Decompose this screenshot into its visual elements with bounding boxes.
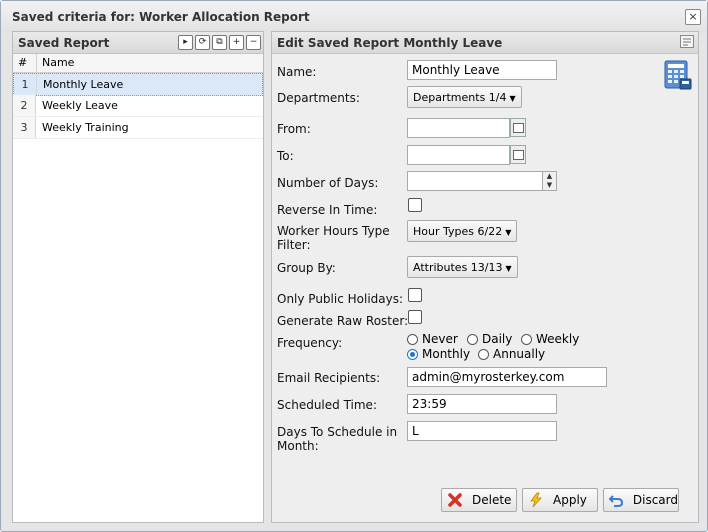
from-label: From: bbox=[277, 122, 311, 136]
apply-button[interactable]: Apply bbox=[522, 488, 598, 512]
radio-never-label: Never bbox=[422, 332, 458, 346]
window-title: Saved criteria for: Worker Allocation Re… bbox=[12, 10, 310, 24]
row-number: 2 bbox=[13, 95, 36, 116]
frequency-weekly-radio[interactable]: Weekly bbox=[521, 332, 579, 346]
undo-icon bbox=[608, 492, 625, 508]
row-number: 1 bbox=[14, 74, 37, 95]
days-to-schedule-label-line1: Days To Schedule in bbox=[277, 425, 398, 439]
email-recipients-field[interactable] bbox=[407, 367, 607, 387]
table-row[interactable]: 3 Weekly Training bbox=[13, 117, 263, 139]
edit-report-title: Edit Saved Report Monthly Leave bbox=[277, 36, 503, 50]
scheduled-time-field[interactable] bbox=[407, 394, 557, 414]
row-name: Monthly Leave bbox=[43, 78, 124, 91]
departments-label: Departments: bbox=[277, 91, 360, 105]
raw-roster-label: Generate Raw Roster: bbox=[277, 314, 409, 328]
worker-hours-label-line2: Filter: bbox=[277, 238, 311, 252]
saved-report-toolbar: ▸ ⟳ ⧉ + − bbox=[178, 35, 261, 50]
to-label: To: bbox=[277, 149, 294, 163]
worker-hours-label-line1: Worker Hours Type bbox=[277, 224, 390, 238]
chevron-down-icon: ▼ bbox=[509, 94, 516, 103]
number-of-days-field[interactable] bbox=[407, 171, 543, 191]
name-field[interactable] bbox=[407, 60, 557, 80]
radio-weekly[interactable] bbox=[521, 333, 532, 345]
scheduled-time-label: Scheduled Time: bbox=[277, 398, 377, 412]
edit-report-panel: Edit Saved Report Monthly Leave Name: De… bbox=[271, 31, 699, 523]
worker-hours-label: Worker Hours Type Filter: bbox=[277, 224, 390, 252]
worker-hours-value: Hour Types 6/22 bbox=[413, 225, 503, 238]
chevron-down-icon: ▼ bbox=[505, 264, 512, 273]
departments-value: Departments 1/4 bbox=[413, 91, 507, 104]
delete-button-label: Delete bbox=[472, 493, 512, 507]
copy-icon[interactable]: ⧉ bbox=[212, 35, 227, 50]
radio-daily[interactable] bbox=[467, 333, 478, 345]
column-divider bbox=[36, 54, 37, 72]
frequency-annually-radio[interactable]: Annually bbox=[478, 347, 545, 361]
row-name: Weekly Training bbox=[42, 121, 129, 134]
column-header-number[interactable]: # bbox=[18, 56, 27, 69]
radio-annually[interactable] bbox=[478, 348, 489, 360]
table-row[interactable]: 1 Monthly Leave bbox=[13, 73, 263, 96]
apply-button-label: Apply bbox=[553, 493, 587, 507]
from-date-field[interactable] bbox=[407, 118, 510, 138]
table-row[interactable]: 2 Weekly Leave bbox=[13, 95, 263, 117]
group-by-label: Group By: bbox=[277, 261, 336, 275]
chevron-down-icon: ▼ bbox=[505, 228, 512, 237]
days-to-schedule-label-line2: Month: bbox=[277, 439, 319, 453]
days-to-schedule-label: Days To Schedule in Month: bbox=[277, 425, 397, 453]
frequency-daily-radio[interactable]: Daily bbox=[467, 332, 512, 346]
calendar-icon[interactable] bbox=[510, 145, 526, 164]
saved-criteria-window: Saved criteria for: Worker Allocation Re… bbox=[0, 0, 708, 532]
group-by-value: Attributes 13/13 bbox=[413, 261, 503, 274]
edit-report-header: Edit Saved Report Monthly Leave bbox=[272, 32, 698, 54]
row-name: Weekly Leave bbox=[42, 99, 118, 112]
close-icon[interactable]: × bbox=[685, 9, 701, 25]
frequency-never-radio[interactable]: Never bbox=[407, 332, 458, 346]
public-holidays-checkbox[interactable] bbox=[408, 288, 422, 302]
radio-weekly-label: Weekly bbox=[536, 332, 580, 346]
lightning-icon bbox=[527, 492, 545, 508]
radio-monthly[interactable] bbox=[407, 348, 418, 360]
reverse-in-time-label: Reverse In Time: bbox=[277, 203, 378, 217]
calendar-icon[interactable] bbox=[510, 118, 526, 137]
refresh-icon[interactable]: ⟳ bbox=[195, 35, 210, 50]
minus-icon[interactable]: − bbox=[246, 35, 261, 50]
email-recipients-label: Email Recipients: bbox=[277, 371, 381, 385]
saved-report-panel: Saved Report ▸ ⟳ ⧉ + − # Name 1 Monthly … bbox=[12, 31, 264, 523]
group-by-dropdown[interactable]: Attributes 13/13 ▼ bbox=[407, 256, 518, 278]
raw-roster-checkbox[interactable] bbox=[408, 310, 422, 324]
saved-report-header: Saved Report ▸ ⟳ ⧉ + − bbox=[13, 32, 263, 54]
form-options-icon[interactable] bbox=[680, 35, 694, 48]
radio-monthly-label: Monthly bbox=[422, 347, 471, 361]
saved-report-title: Saved Report bbox=[18, 36, 110, 50]
delete-icon bbox=[446, 492, 464, 508]
reverse-in-time-checkbox[interactable] bbox=[408, 198, 422, 212]
to-date-field[interactable] bbox=[407, 145, 510, 165]
departments-dropdown[interactable]: Departments 1/4 ▼ bbox=[407, 86, 522, 108]
delete-button[interactable]: Delete bbox=[441, 488, 517, 512]
discard-button[interactable]: Discard bbox=[603, 488, 679, 512]
name-label: Name: bbox=[277, 65, 317, 79]
days-to-schedule-field[interactable] bbox=[407, 421, 557, 441]
plus-icon[interactable]: + bbox=[229, 35, 244, 50]
discard-button-label: Discard bbox=[632, 493, 678, 507]
window-titlebar[interactable]: Saved criteria for: Worker Allocation Re… bbox=[1, 1, 707, 33]
calculator-sheet-icon bbox=[664, 60, 692, 90]
public-holidays-label: Only Public Holidays: bbox=[277, 292, 404, 306]
frequency-monthly-radio[interactable]: Monthly bbox=[407, 347, 470, 361]
number-of-days-label: Number of Days: bbox=[277, 176, 379, 190]
grid-header: # Name bbox=[13, 54, 263, 73]
frequency-label: Frequency: bbox=[277, 336, 343, 350]
radio-daily-label: Daily bbox=[482, 332, 513, 346]
play-icon[interactable]: ▸ bbox=[178, 35, 193, 50]
radio-never[interactable] bbox=[407, 333, 418, 345]
column-header-name[interactable]: Name bbox=[42, 56, 74, 69]
worker-hours-dropdown[interactable]: Hour Types 6/22 ▼ bbox=[407, 220, 518, 242]
row-number: 3 bbox=[13, 117, 36, 138]
radio-annually-label: Annually bbox=[493, 347, 546, 361]
days-stepper[interactable]: ▲ ▼ bbox=[542, 171, 557, 191]
